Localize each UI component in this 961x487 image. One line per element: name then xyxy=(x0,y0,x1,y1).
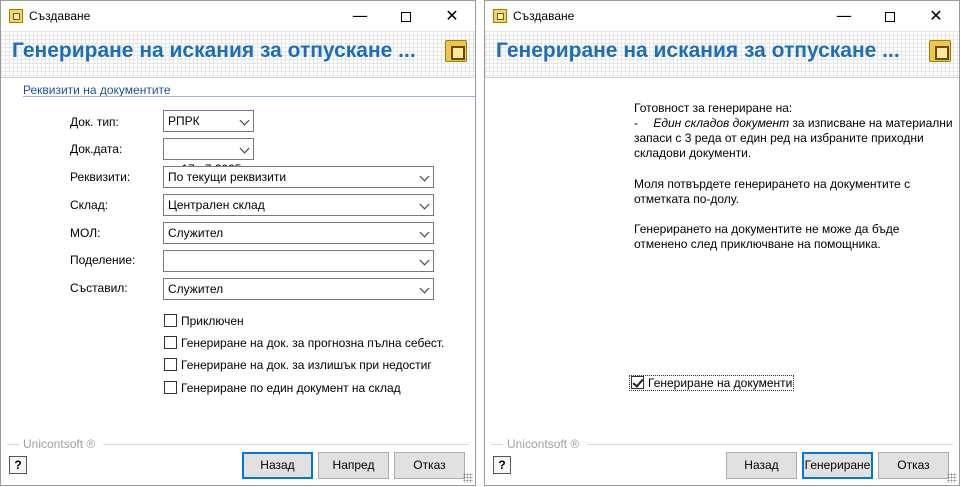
maximize-button[interactable] xyxy=(383,1,429,31)
app-icon xyxy=(9,9,23,23)
back-button[interactable]: Назад xyxy=(726,452,797,479)
wizard-title: Генериране на искания за отпускане ... xyxy=(496,39,900,62)
chevron-down-icon xyxy=(419,171,430,182)
generate-button[interactable]: Генериране xyxy=(802,452,873,479)
cancel-button[interactable]: Отказ xyxy=(878,452,949,479)
minimize-button[interactable]: — xyxy=(821,1,867,31)
checkbox-surplus-shortage[interactable]: Генериране на док. за излишък при недост… xyxy=(164,358,432,374)
wizard-title: Генериране на искания за отпускане ... xyxy=(12,39,416,62)
title-bar: Създаване — ✕ xyxy=(1,1,475,31)
ready-item-line2: запаси с 3 реда от един ред на избраните… xyxy=(634,131,924,145)
checkbox-label: Генериране на док. за прогнозна пълна се… xyxy=(181,336,445,350)
section-divider xyxy=(23,96,475,97)
ready-heading: Готовност за генериране на: xyxy=(634,101,793,115)
resize-grip[interactable] xyxy=(947,473,957,483)
close-button[interactable]: ✕ xyxy=(913,1,959,31)
wizard-logo-icon xyxy=(929,40,951,62)
footer-divider xyxy=(587,444,953,445)
checkbox-label: Приключен xyxy=(181,314,244,328)
checkbox-forecast-cost[interactable]: Генериране на док. за прогнозна пълна се… xyxy=(164,336,444,352)
next-button[interactable]: Напред xyxy=(318,452,389,479)
minimize-icon: — xyxy=(836,6,852,25)
warehouse-select[interactable]: Централен склад xyxy=(163,194,434,216)
checkbox-closed[interactable]: Приключен xyxy=(164,314,244,330)
doc-type-select[interactable]: РПРК xyxy=(163,110,254,132)
ready-item: - Един складов документ за изписване на … xyxy=(634,116,953,131)
chevron-down-icon xyxy=(419,283,430,294)
doc-type-value: РПРК xyxy=(168,114,200,128)
mol-select[interactable]: Служител xyxy=(163,222,434,244)
brand-label: Unicontsoft ® xyxy=(23,437,96,451)
footer-divider xyxy=(491,444,503,445)
checkbox-label: Генериране по един документ на склад xyxy=(181,381,401,395)
division-select[interactable] xyxy=(163,250,434,272)
checkbox-label: Генериране на документи xyxy=(648,376,793,390)
window-title: Създаване xyxy=(513,9,575,23)
title-bar: Създаване — ✕ xyxy=(485,1,959,31)
requisites-value: По текущи реквизити xyxy=(168,170,287,184)
wizard-logo-icon xyxy=(445,40,467,62)
bullet-dash: - xyxy=(634,116,638,130)
checkbox-box[interactable] xyxy=(164,336,177,350)
requisites-select[interactable]: По текущи реквизити xyxy=(163,166,434,188)
window-title: Създаване xyxy=(29,9,91,23)
checkbox-box[interactable] xyxy=(631,376,644,390)
author-select[interactable]: Служител xyxy=(163,278,434,300)
checkbox-one-per-warehouse[interactable]: Генериране по един документ на склад xyxy=(164,381,401,397)
division-label: Поделение: xyxy=(70,253,136,267)
chevron-down-icon xyxy=(239,115,250,126)
author-value: Служител xyxy=(168,282,224,296)
chevron-down-icon xyxy=(419,199,430,210)
checkbox-label: Генериране на док. за излишък при недост… xyxy=(181,358,432,372)
requisites-label: Реквизити: xyxy=(70,170,131,184)
doc-type-label: Док. тип: xyxy=(70,115,119,129)
help-icon[interactable]: ? xyxy=(493,456,511,474)
warehouse-value: Централен склад xyxy=(168,198,265,212)
maximize-button[interactable] xyxy=(867,1,913,31)
wizard-header: Генериране на искания за отпускане ... xyxy=(485,31,959,78)
help-icon[interactable]: ? xyxy=(9,456,27,474)
maximize-icon xyxy=(401,11,411,22)
brand-label: Unicontsoft ® xyxy=(507,437,580,451)
generate-documents-checkbox[interactable]: Генериране на документи xyxy=(629,375,795,392)
warning-text-line1: Генерирането на документите не може да б… xyxy=(634,222,900,236)
close-icon: ✕ xyxy=(929,6,943,25)
minimize-icon: — xyxy=(352,6,368,25)
warning-text-line2: отменено след приключване на помощника. xyxy=(634,237,881,251)
footer-divider xyxy=(7,444,19,445)
app-icon xyxy=(493,9,507,23)
maximize-icon xyxy=(885,11,895,22)
mol-value: Служител xyxy=(168,226,224,240)
section-title: Реквизити на документите xyxy=(23,83,171,97)
wizard-window-details: Създаване — ✕ Генериране на искания за о… xyxy=(0,0,476,486)
cancel-button[interactable]: Отказ xyxy=(394,452,465,479)
confirm-text-line1: Моля потвърдете генерирането на документ… xyxy=(634,177,911,191)
confirm-text-line2: отметката по-долу. xyxy=(634,192,739,206)
close-button[interactable]: ✕ xyxy=(429,1,475,31)
back-button[interactable]: Назад xyxy=(242,452,313,479)
checkbox-box[interactable] xyxy=(164,381,177,395)
wizard-window-confirm: Създаване — ✕ Генериране на искания за о… xyxy=(484,0,960,486)
close-icon: ✕ xyxy=(445,6,459,25)
wizard-header: Генериране на искания за отпускане ... xyxy=(1,31,475,78)
author-label: Съставил: xyxy=(70,281,128,295)
doc-type-italic: Един складов документ xyxy=(653,116,790,130)
checkbox-box[interactable] xyxy=(164,314,177,328)
chevron-down-icon xyxy=(419,227,430,238)
doc-date-label: Док.дата: xyxy=(70,142,123,156)
chevron-down-icon xyxy=(239,143,250,154)
checkbox-box[interactable] xyxy=(164,358,177,372)
mol-label: МОЛ: xyxy=(70,226,101,240)
footer-divider xyxy=(103,444,469,445)
warehouse-label: Склад: xyxy=(70,198,109,212)
doc-date-picker[interactable]: 17. 7.2025 xyxy=(163,138,254,176)
minimize-button[interactable]: — xyxy=(337,1,383,31)
ready-item-line3: складови документи. xyxy=(634,146,752,160)
ready-item-rest: за изписване на материални xyxy=(789,116,953,130)
chevron-down-icon xyxy=(419,255,430,266)
resize-grip[interactable] xyxy=(463,473,473,483)
